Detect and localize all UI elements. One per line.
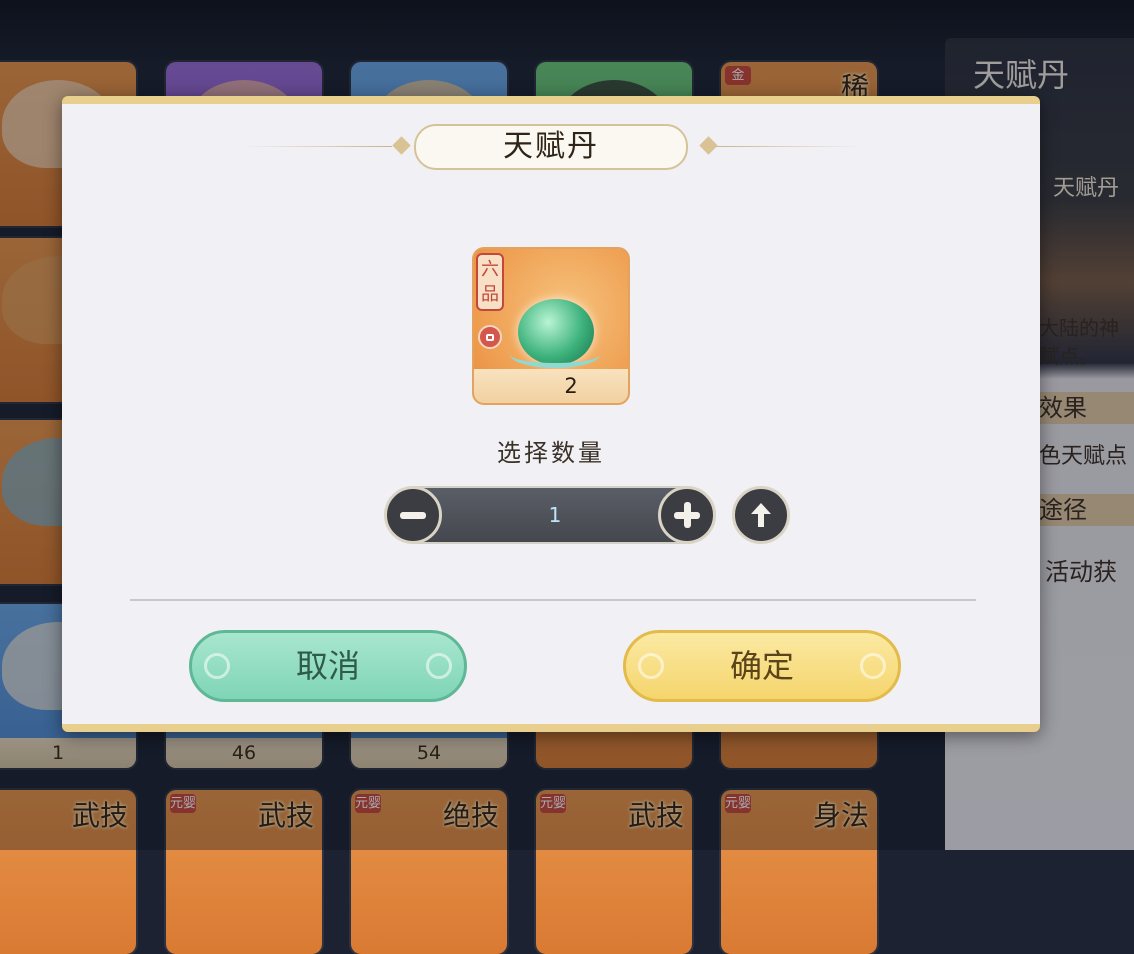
arrow-up-icon [751, 503, 771, 527]
item-owned-count: 2 [474, 369, 628, 403]
cancel-button[interactable]: 取消 [189, 630, 467, 702]
swirl-icon [204, 653, 230, 679]
title-ornament-right [699, 136, 718, 155]
confirm-button-label: 确定 [729, 647, 794, 685]
max-quantity-button[interactable] [732, 486, 790, 544]
swirl-icon [426, 653, 452, 679]
dialog-divider [130, 599, 976, 601]
title-divider-right [712, 146, 862, 147]
swirl-icon [638, 653, 664, 679]
dialog-title-plate: 天赋丹 [414, 124, 688, 170]
swirl-icon [860, 653, 886, 679]
increase-button[interactable] [658, 486, 716, 544]
confirm-button[interactable]: 确定 [623, 630, 901, 702]
lock-icon [478, 325, 502, 349]
item-grade-badge: 六品 [476, 253, 504, 311]
quantity-value[interactable]: 1 [510, 488, 600, 542]
select-quantity-label: 选择数量 [497, 439, 605, 467]
quantity-dialog: ✦ ✦ 天赋丹 六品 2 选择数量 1 取消 确定 [62, 96, 1040, 732]
swirl-decoration [510, 341, 600, 368]
item-grade-text: 六品 [481, 259, 499, 305]
title-divider-left [242, 146, 392, 147]
dialog-title: 天赋丹 [503, 129, 599, 164]
decrease-button[interactable] [384, 486, 442, 544]
quantity-stepper: 1 [384, 486, 716, 544]
title-ornament-left [392, 136, 411, 155]
minus-icon [400, 512, 426, 519]
item-icon-card: 六品 2 [472, 247, 630, 405]
cancel-button-label: 取消 [295, 647, 360, 685]
plus-icon-vertical [684, 502, 691, 528]
